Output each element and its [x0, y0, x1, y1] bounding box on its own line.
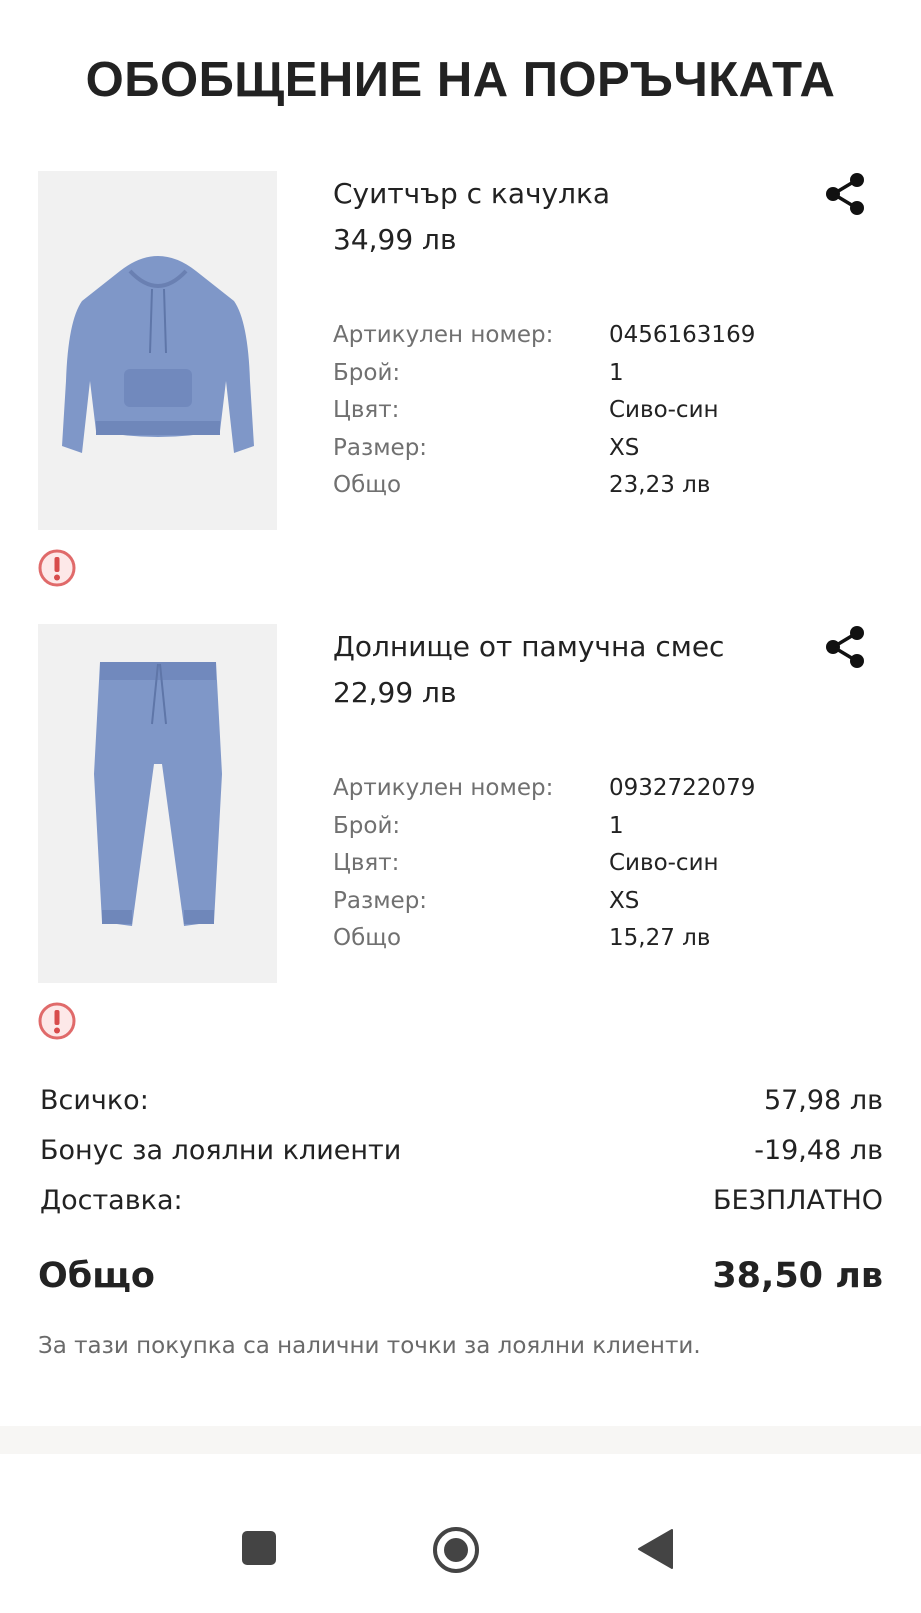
summary-label: Всичко: — [40, 1085, 149, 1116]
back-icon[interactable] — [636, 1528, 674, 1570]
detail-value: 1 — [609, 812, 624, 839]
summary-value: -19,48 лв — [754, 1135, 883, 1166]
product-name[interactable]: Суитчър с качулка — [333, 177, 610, 210]
detail-value: XS — [609, 434, 640, 461]
detail-row-size: Размер: XS — [333, 430, 893, 468]
detail-value: Сиво-син — [609, 850, 719, 876]
detail-row-total: Общо 23,23 лв — [333, 467, 893, 505]
hoodie-image[interactable] — [38, 171, 277, 530]
product-price: 22,99 лв — [333, 676, 457, 709]
product-details: Артикулен номер: 0932722079 Брой: 1 Цвят… — [333, 770, 893, 958]
detail-row-total: Общо 15,27 лв — [333, 920, 893, 958]
detail-value: 1 — [609, 359, 624, 386]
detail-row-color: Цвят: Сиво-син — [333, 845, 893, 883]
home-icon[interactable] — [432, 1526, 480, 1574]
detail-row-color: Цвят: Сиво-син — [333, 392, 893, 430]
detail-label: Размер: — [333, 887, 428, 914]
detail-label: Размер: — [333, 434, 428, 461]
product-name[interactable]: Долнище от памучна смес — [333, 630, 724, 663]
detail-label: Общо — [333, 472, 402, 498]
alert-icon[interactable] — [37, 1001, 77, 1041]
product-item-pants: Долнище от памучна смес 22,99 лв Артикул… — [0, 624, 921, 1064]
detail-label: Цвят: — [333, 397, 400, 423]
detail-label: Артикулен номер: — [333, 775, 554, 801]
summary-value: 57,98 лв — [763, 1085, 883, 1116]
share-icon[interactable] — [823, 171, 869, 217]
summary-value: БЕЗПЛАТНО — [712, 1185, 883, 1216]
detail-value: XS — [609, 887, 640, 914]
detail-label: Цвят: — [333, 850, 400, 876]
product-item-hoodie: Суитчър с качулка 34,99 лв Артикулен ном… — [0, 171, 921, 611]
detail-label: Брой: — [333, 359, 401, 386]
detail-row-article-number: Артикулен номер: 0932722079 — [333, 770, 893, 808]
sweatpants-icon — [93, 661, 222, 926]
loyalty-note: За тази покупка са налични точки за лоял… — [38, 1333, 701, 1359]
summary-subtotal: Всичко: 57,98 лв — [40, 1079, 883, 1123]
section-separator — [0, 1426, 921, 1454]
product-details: Артикулен номер: 0456163169 Брой: 1 Цвят… — [333, 317, 893, 505]
share-icon[interactable] — [823, 624, 869, 670]
page-title: ОБОБЩЕНИЕ НА ПОРЪЧКАТА — [85, 53, 836, 107]
detail-row-quantity: Брой: 1 — [333, 808, 893, 846]
summary-delivery: Доставка: БЕЗПЛАТНО — [40, 1179, 883, 1223]
detail-value: 15,27 лв — [609, 925, 711, 951]
total-value: 38,50 лв — [712, 1256, 883, 1296]
detail-row-article-number: Артикулен номер: 0456163169 — [333, 317, 893, 355]
recent-apps-icon[interactable] — [241, 1530, 277, 1566]
detail-row-quantity: Брой: 1 — [333, 355, 893, 393]
detail-label: Общо — [333, 925, 402, 951]
detail-value: 0932722079 — [609, 775, 756, 801]
product-price: 34,99 лв — [333, 223, 457, 256]
order-total: Общо 38,50 лв — [38, 1248, 883, 1304]
hoodie-icon — [61, 255, 254, 453]
detail-label: Брой: — [333, 812, 401, 839]
summary-loyalty-bonus: Бонус за лоялни клиенти -19,48 лв — [40, 1129, 883, 1173]
sweatpants-image[interactable] — [38, 624, 277, 983]
alert-icon[interactable] — [37, 548, 77, 588]
total-label: Общо — [38, 1256, 155, 1296]
detail-value: 0456163169 — [609, 322, 756, 348]
detail-label: Артикулен номер: — [333, 322, 554, 348]
detail-value: Сиво-син — [609, 397, 719, 423]
detail-row-size: Размер: XS — [333, 883, 893, 921]
summary-label: Бонус за лоялни клиенти — [40, 1135, 402, 1166]
system-navigation-bar — [0, 1454, 921, 1613]
detail-value: 23,23 лв — [609, 472, 711, 498]
summary-label: Доставка: — [40, 1185, 183, 1216]
